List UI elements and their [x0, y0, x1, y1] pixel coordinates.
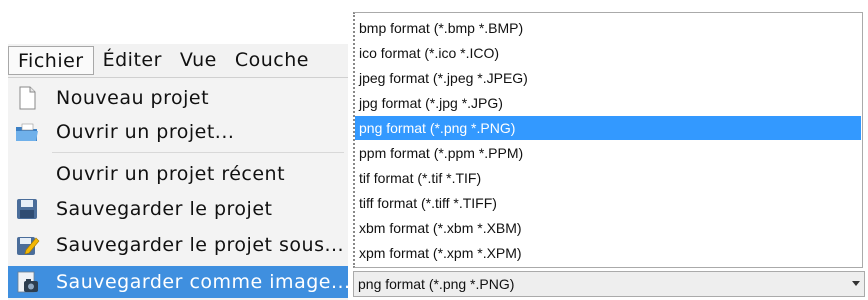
open-folder-icon	[16, 123, 38, 141]
format-option[interactable]: jpg format (*.jpg *.JPG)	[355, 91, 861, 115]
menu-bar: Fichier Éditer Vue Couche	[8, 44, 348, 78]
menu-item-save-project[interactable]: Sauvegarder le projet	[8, 193, 348, 225]
save-as-icon	[17, 237, 40, 255]
combobox-value: png format (*.png *.PNG)	[358, 276, 515, 292]
menu-item-label: Sauvegarder le projet	[56, 198, 273, 220]
menu-editer[interactable]: Éditer	[94, 46, 171, 75]
menu-item-label: Sauvegarder comme image...	[56, 271, 351, 293]
format-option[interactable]: xbm format (*.xbm *.XBM)	[355, 216, 861, 240]
menu-vue[interactable]: Vue	[171, 46, 226, 75]
menu-fichier[interactable]: Fichier	[8, 46, 94, 75]
menu-item-label: Sauvegarder le projet sous...	[56, 234, 345, 256]
format-option[interactable]: tiff format (*.tiff *.TIFF)	[355, 191, 861, 215]
menu-item-open-recent[interactable]: Ouvrir un projet récent	[8, 158, 348, 190]
menu-separator	[52, 152, 344, 153]
chevron-down-icon[interactable]	[852, 281, 860, 286]
format-option[interactable]: tif format (*.tif *.TIF)	[355, 166, 861, 190]
menu-item-label: Nouveau projet	[56, 87, 210, 109]
format-option-selected[interactable]: png format (*.png *.PNG)	[355, 116, 861, 140]
format-option[interactable]: xpm format (*.xpm *.XPM)	[355, 241, 861, 265]
file-menu: Nouveau projet Ouvrir un projet... Ouvri…	[8, 78, 351, 300]
menu-item-new-project[interactable]: Nouveau projet	[8, 82, 348, 114]
menu-item-open-project[interactable]: Ouvrir un projet...	[8, 116, 348, 148]
menu-item-save-project-as[interactable]: Sauvegarder le projet sous...	[8, 229, 348, 261]
new-document-icon	[19, 86, 36, 110]
format-option[interactable]: ppm format (*.ppm *.PPM)	[355, 141, 861, 165]
file-format-combobox[interactable]: png format (*.png *.PNG)	[353, 271, 865, 297]
menu-item-label: Ouvrir un projet récent	[56, 163, 286, 185]
format-option[interactable]: ico format (*.ico *.ICO)	[355, 41, 861, 65]
menu-item-label: Ouvrir un projet...	[56, 121, 235, 143]
format-option[interactable]: jpeg format (*.jpeg *.JPEG)	[355, 66, 861, 90]
save-image-icon	[17, 271, 38, 293]
save-icon	[17, 199, 37, 219]
format-option[interactable]: bmp format (*.bmp *.BMP)	[355, 16, 861, 40]
file-format-list: bmp format (*.bmp *.BMP) ico format (*.i…	[353, 12, 863, 268]
menu-couche[interactable]: Couche	[226, 46, 318, 75]
menu-item-save-as-image[interactable]: Sauvegarder comme image...	[8, 266, 351, 298]
